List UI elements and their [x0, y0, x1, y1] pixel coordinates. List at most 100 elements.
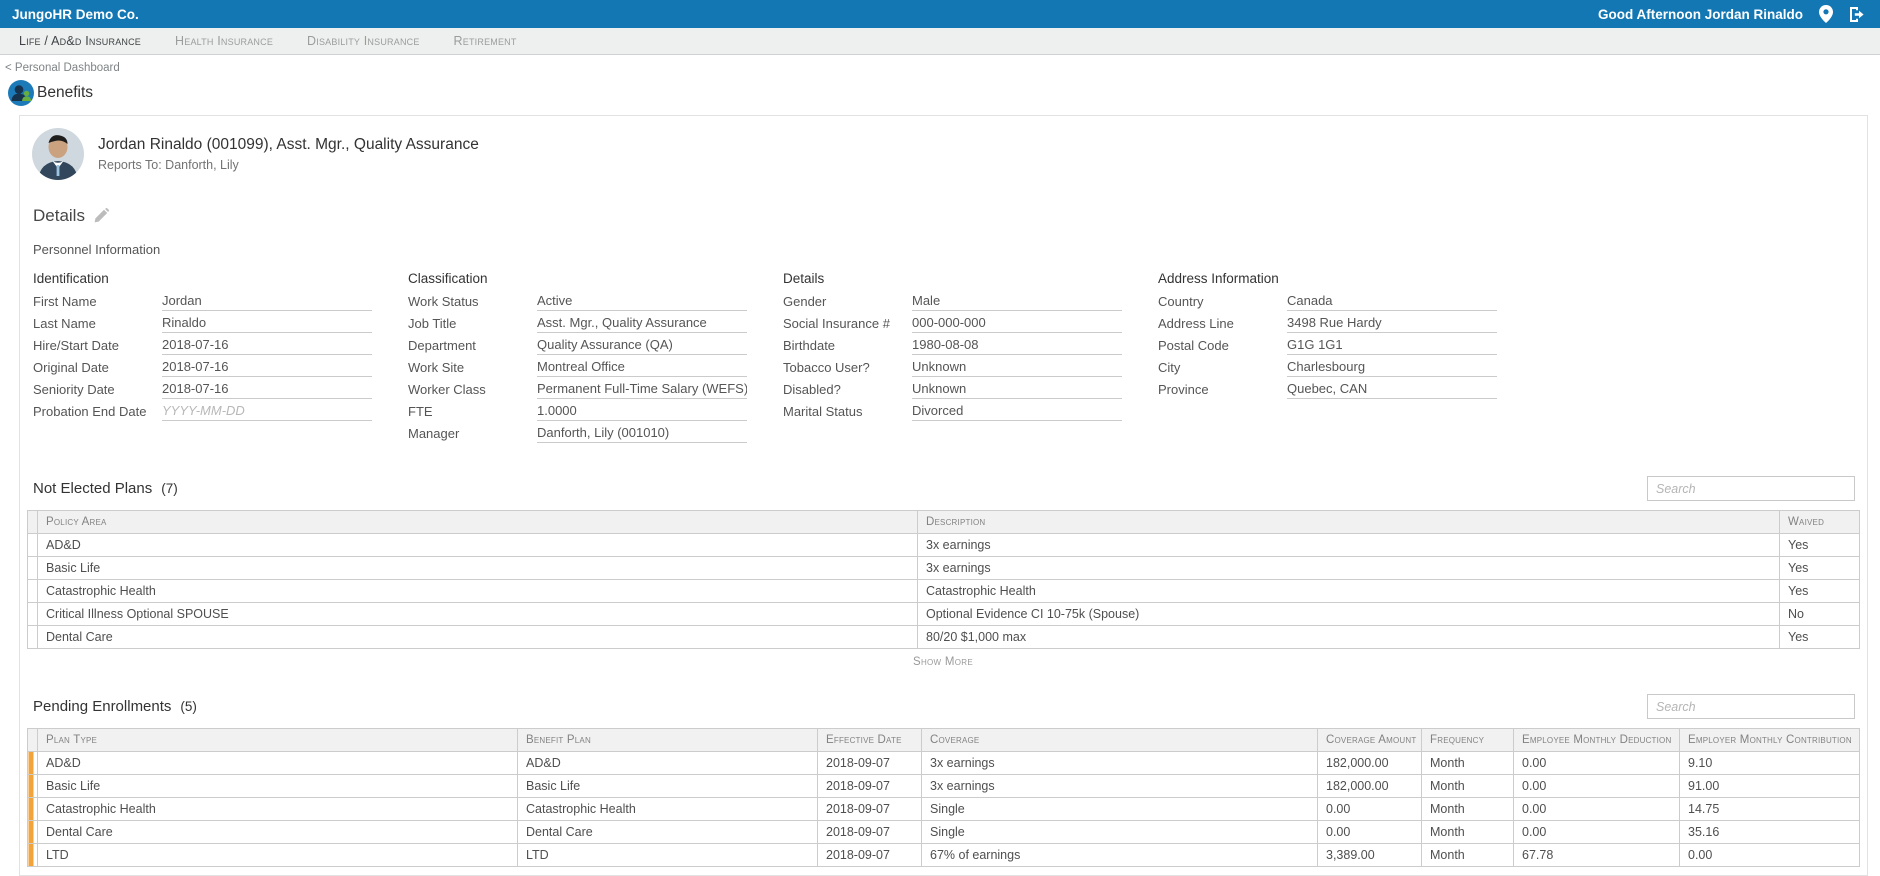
table-cell: 182,000.00: [1318, 752, 1422, 775]
table-cell: Single: [922, 798, 1318, 821]
fieldset-title: Address Information: [1158, 271, 1497, 286]
user-greeting: Good Afternoon Jordan Rinaldo: [1598, 7, 1803, 22]
table-cell: 0.00: [1514, 821, 1680, 844]
table-row[interactable]: Dental CareDental Care2018-09-07Single0.…: [28, 821, 1860, 844]
field-label: Province: [1158, 382, 1287, 397]
breadcrumb-personal-dashboard[interactable]: < Personal Dashboard: [5, 62, 120, 74]
column-header-policy-area: Policy Area: [38, 511, 918, 534]
field-input-work-site[interactable]: Montreal Office: [537, 357, 747, 377]
table-cell: 0.00: [1514, 752, 1680, 775]
table-cell: Month: [1422, 752, 1514, 775]
table-cell: Month: [1422, 775, 1514, 798]
not-elected-plans-section: Not Elected Plans(7) Policy AreaDescript…: [27, 476, 1859, 668]
field-input-last-name[interactable]: Rinaldo: [162, 313, 372, 333]
table-cell: 3x earnings: [918, 534, 1780, 557]
table-cell: Yes: [1780, 557, 1860, 580]
table-cell: LTD: [518, 844, 818, 867]
fieldset-title: Details: [783, 271, 1122, 286]
field-label: Seniority Date: [33, 382, 162, 397]
table-cell: 182,000.00: [1318, 775, 1422, 798]
table-row[interactable]: Basic Life3x earningsYes: [28, 557, 1860, 580]
column-header-waived: Waived: [1780, 511, 1860, 534]
field-input-original-date[interactable]: 2018-07-16: [162, 357, 372, 377]
table-cell: Month: [1422, 798, 1514, 821]
location-pin-icon[interactable]: [1819, 5, 1833, 23]
row-spacer: [28, 580, 38, 603]
field-input-work-status[interactable]: Active: [537, 291, 747, 311]
field-input-city[interactable]: Charlesbourg: [1287, 357, 1497, 377]
field-input-first-name[interactable]: Jordan: [162, 291, 372, 311]
table-cell: Basic Life: [38, 775, 518, 798]
table-header-row: Plan TypeBenefit PlanEffective DateCover…: [28, 729, 1860, 752]
field-input-address-line[interactable]: 3498 Rue Hardy: [1287, 313, 1497, 333]
row-spacer: [28, 557, 38, 580]
column-header-plan-type: Plan Type: [38, 729, 518, 752]
field-input-postal-code[interactable]: G1G 1G1: [1287, 335, 1497, 355]
field-input-birthdate[interactable]: 1980-08-08: [912, 335, 1122, 355]
tab-retirement[interactable]: Retirement: [437, 28, 534, 54]
field-input-marital-status[interactable]: Divorced: [912, 401, 1122, 421]
table-cell: 3x earnings: [922, 752, 1318, 775]
table-cell: LTD: [38, 844, 518, 867]
employee-avatar: [32, 128, 84, 180]
pending-search-input[interactable]: [1647, 694, 1855, 719]
table-cell: Dental Care: [38, 626, 918, 649]
tab-health-insurance[interactable]: Health Insurance: [158, 28, 290, 54]
field-input-disabled[interactable]: Unknown: [912, 379, 1122, 399]
table-cell: 2018-09-07: [818, 798, 922, 821]
table-row[interactable]: Catastrophic HealthCatastrophic HealthYe…: [28, 580, 1860, 603]
field-label: Hire/Start Date: [33, 338, 162, 353]
field-input-worker-class[interactable]: Permanent Full-Time Salary (WEFS): [537, 379, 747, 399]
table-cell: 3,389.00: [1318, 844, 1422, 867]
table-row[interactable]: AD&DAD&D2018-09-073x earnings182,000.00M…: [28, 752, 1860, 775]
field-input-hire-start-date[interactable]: 2018-07-16: [162, 335, 372, 355]
field-label: Country: [1158, 294, 1287, 309]
pending-enrollments-count: (5): [180, 699, 197, 714]
field-label: Marital Status: [783, 404, 912, 419]
field-input-gender[interactable]: Male: [912, 291, 1122, 311]
fieldset-title: Classification: [408, 271, 747, 286]
field-input-fte[interactable]: 1.0000: [537, 401, 747, 421]
table-header-row: Policy AreaDescriptionWaived: [28, 511, 1860, 534]
top-bar: JungoHR Demo Co. Good Afternoon Jordan R…: [0, 0, 1880, 28]
row-spacer: [28, 534, 38, 557]
field-input-manager[interactable]: Danforth, Lily (001010): [537, 423, 747, 443]
tab-life-ad-d-insurance[interactable]: Life / Ad&d Insurance: [2, 28, 158, 54]
fieldset-identification: IdentificationFirst NameJordanLast NameR…: [33, 271, 372, 444]
field-label: Gender: [783, 294, 912, 309]
details-heading: Details: [33, 206, 85, 226]
tab-disability-insurance[interactable]: Disability Insurance: [290, 28, 437, 54]
edit-pencil-icon[interactable]: [93, 208, 109, 224]
table-cell: 0.00: [1318, 821, 1422, 844]
field-input-department[interactable]: Quality Assurance (QA): [537, 335, 747, 355]
fieldset-details: DetailsGenderMaleSocial Insurance #000-0…: [783, 271, 1122, 444]
table-cell: Yes: [1780, 580, 1860, 603]
field-input-job-title[interactable]: Asst. Mgr., Quality Assurance: [537, 313, 747, 333]
table-row[interactable]: Critical Illness Optional SPOUSEOptional…: [28, 603, 1860, 626]
table-row[interactable]: AD&D3x earningsYes: [28, 534, 1860, 557]
field-input-country[interactable]: Canada: [1287, 291, 1497, 311]
table-row[interactable]: Dental Care80/20 $1,000 maxYes: [28, 626, 1860, 649]
field-input-social-insurance[interactable]: 000-000-000: [912, 313, 1122, 333]
table-cell: 0.00: [1514, 775, 1680, 798]
pending-enrollments-section: Pending Enrollments(5) Plan TypeBenefit …: [27, 694, 1859, 867]
show-more-link[interactable]: Show More: [27, 656, 1859, 668]
not-elected-search-input[interactable]: [1647, 476, 1855, 501]
not-elected-plans-count: (7): [161, 481, 178, 496]
column-header-benefit-plan: Benefit Plan: [518, 729, 818, 752]
table-row[interactable]: Catastrophic HealthCatastrophic Health20…: [28, 798, 1860, 821]
table-cell: 91.00: [1680, 775, 1860, 798]
row-indicator: [28, 775, 38, 798]
field-input-probation-end-date[interactable]: YYYY-MM-DD: [162, 401, 372, 421]
field-input-tobacco-user[interactable]: Unknown: [912, 357, 1122, 377]
logout-icon[interactable]: [1849, 6, 1866, 23]
app-brand: JungoHR Demo Co.: [12, 7, 139, 22]
field-input-seniority-date[interactable]: 2018-07-16: [162, 379, 372, 399]
table-cell: 67.78: [1514, 844, 1680, 867]
field-input-province[interactable]: Quebec, CAN: [1287, 379, 1497, 399]
table-cell: 80/20 $1,000 max: [918, 626, 1780, 649]
table-cell: Catastrophic Health: [518, 798, 818, 821]
table-row[interactable]: LTDLTD2018-09-0767% of earnings3,389.00M…: [28, 844, 1860, 867]
table-row[interactable]: Basic LifeBasic Life2018-09-073x earning…: [28, 775, 1860, 798]
header-spacer: [28, 511, 38, 534]
